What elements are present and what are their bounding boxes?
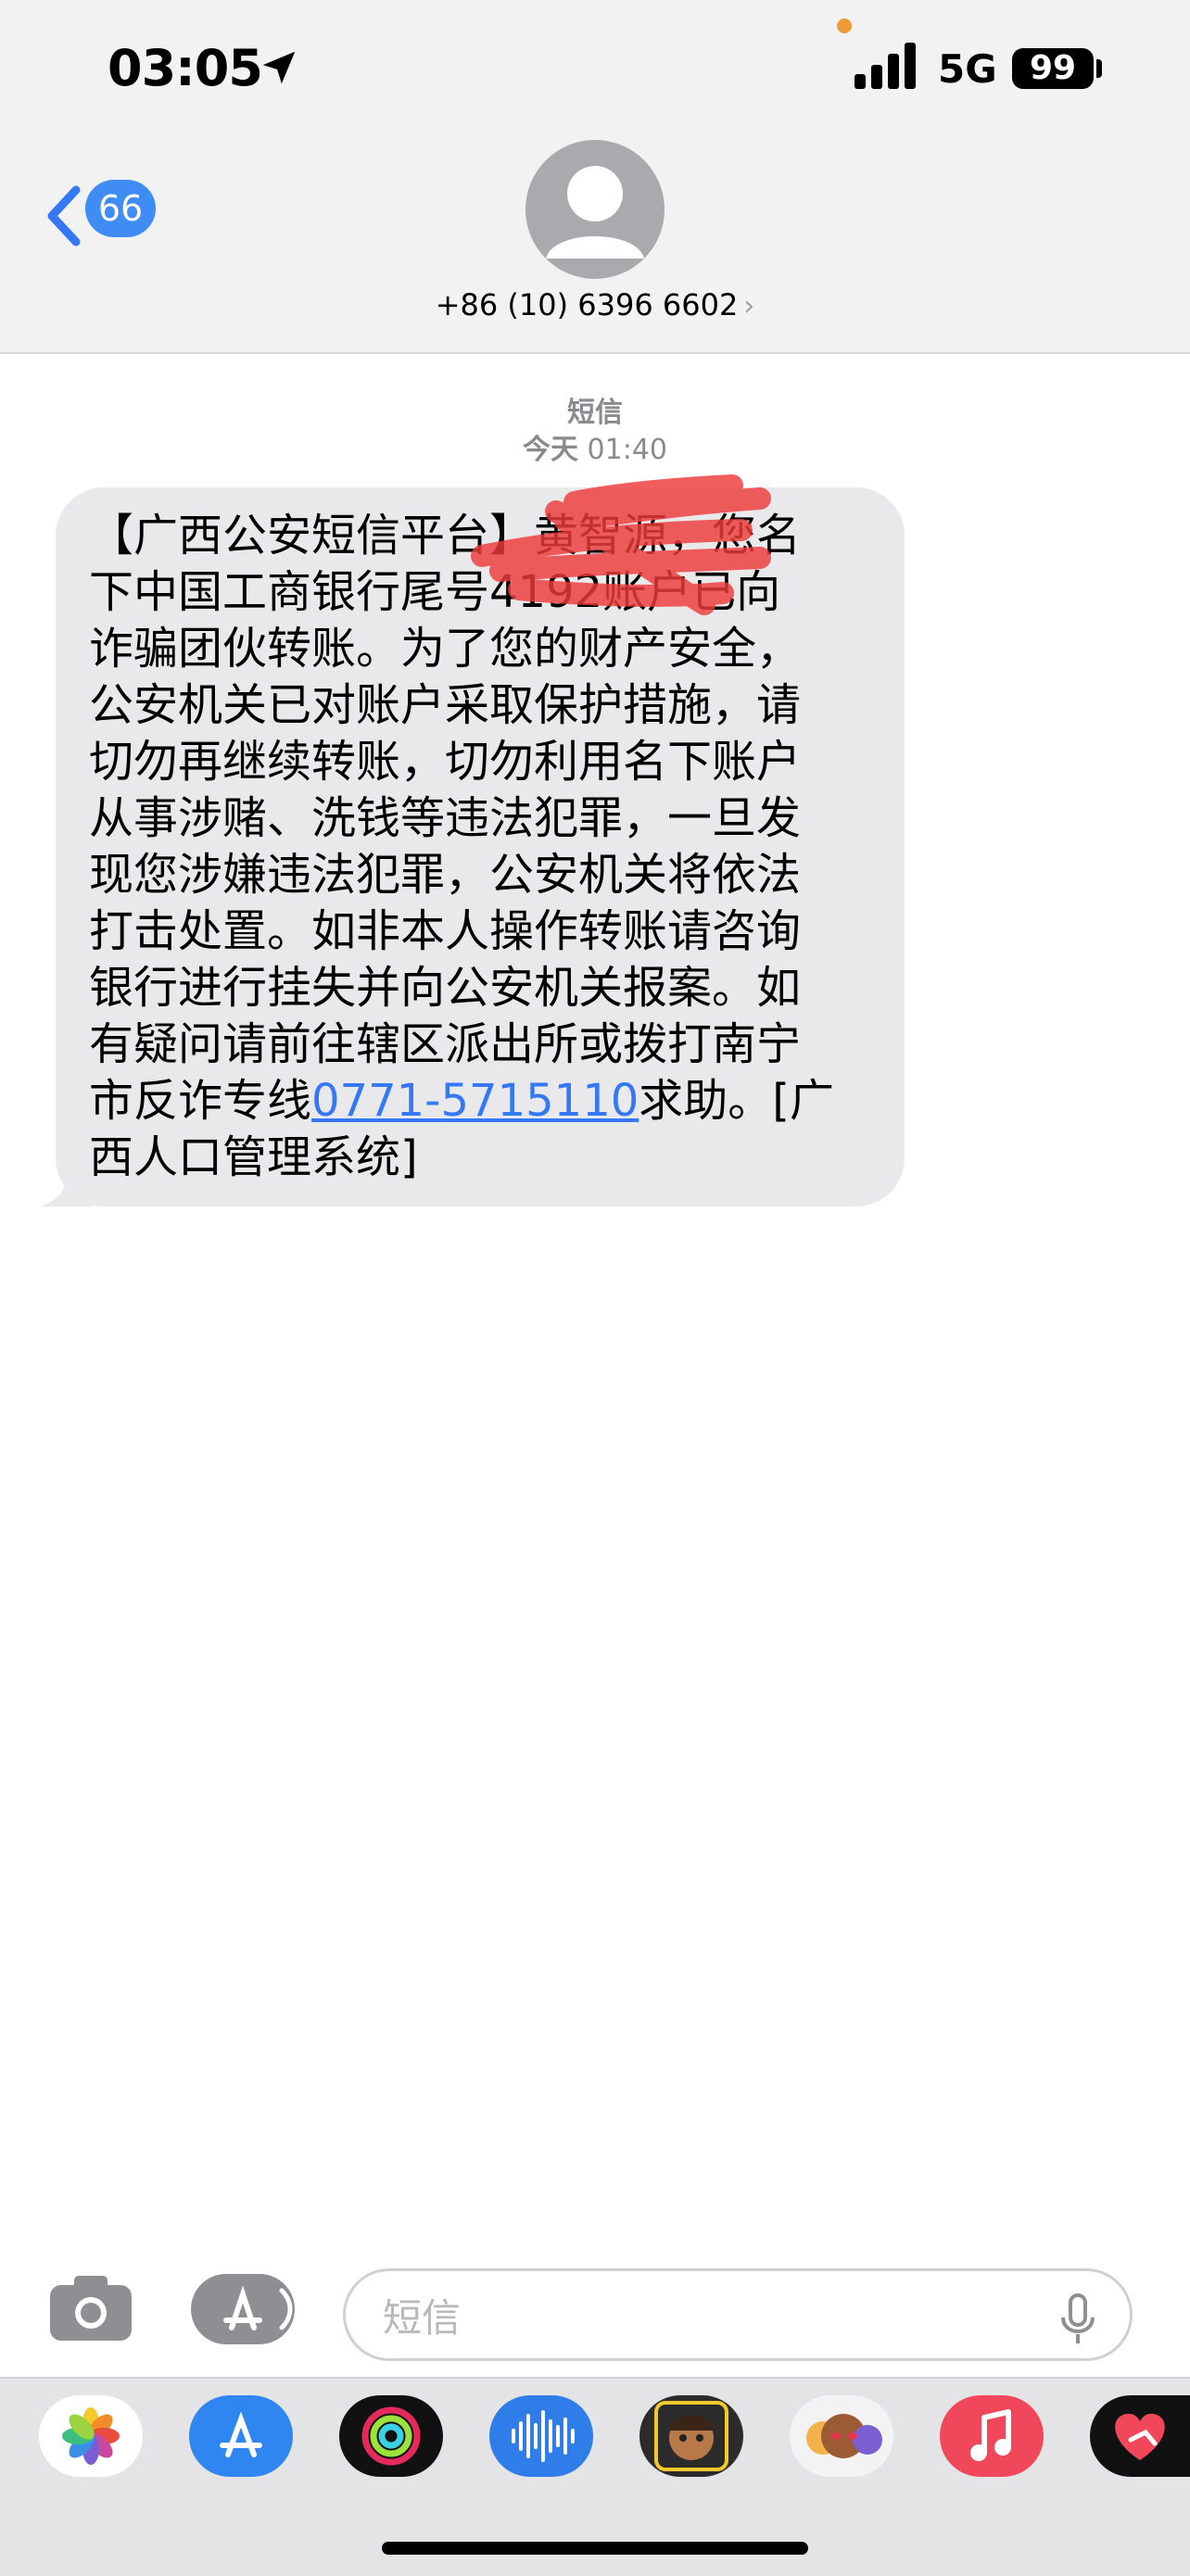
camera-icon[interactable] <box>48 2272 133 2342</box>
bubble-tail <box>41 1153 93 1206</box>
network-type: 5G <box>938 46 997 92</box>
message-line: 诈骗团伙转账。为了您的财产安全， <box>89 623 802 675</box>
imessage-app-drawer <box>0 2377 1190 2576</box>
message-text-field[interactable] <box>381 2293 978 2342</box>
timestamp-day: 今天 <box>522 434 578 466</box>
music-icon[interactable] <box>940 2395 1044 2477</box>
music-note <box>970 2409 1011 2461</box>
battery-tip <box>1096 59 1102 78</box>
voice-memo-icon[interactable] <box>489 2395 593 2477</box>
activity-rings <box>361 2406 421 2466</box>
message-line: 从事涉赌、洗钱等违法犯罪，一旦发 <box>89 792 802 844</box>
fitness-icon[interactable] <box>339 2395 443 2477</box>
message-line: 市反诈专线0771-5715110求助。[广 <box>89 1073 905 1130</box>
home-indicator[interactable] <box>382 2542 808 2555</box>
message-line: 有疑问请前往辖区派出所或拨打南宁 <box>89 1018 802 1070</box>
memoji-face <box>654 2401 728 2471</box>
app-store-button[interactable] <box>191 2274 295 2344</box>
line-suffix: 求助。[广 <box>639 1075 834 1127</box>
timestamp: 今天 01:40 <box>0 426 1190 467</box>
heart-hand <box>1115 2413 1165 2460</box>
chevron-right-icon: › <box>743 290 755 322</box>
status-time: 03:05 <box>108 39 263 97</box>
service-label: 短信 <box>567 397 623 429</box>
conversation-header: 66 +86 (10) 6396 6602 › <box>0 139 1190 354</box>
message-line: 现您涉嫌违法犯罪，公安机关将依法 <box>89 849 802 901</box>
person-icon <box>546 166 644 259</box>
photos-flower <box>62 2407 120 2465</box>
photos-icon[interactable] <box>39 2395 143 2477</box>
phone-link[interactable]: 0771-5715110 <box>311 1075 639 1127</box>
waveform <box>512 2410 575 2462</box>
line-prefix: 市反诈专线 <box>89 1075 312 1127</box>
app-store-glyph <box>220 2411 262 2457</box>
unread-count-badge[interactable]: 66 <box>85 180 156 237</box>
battery-icon: 99 <box>1012 48 1094 89</box>
apps-icon <box>223 2285 293 2330</box>
contact-number: +86 (10) 6396 6602 <box>435 287 739 322</box>
message-input[interactable] <box>343 2268 1133 2361</box>
message-line: 打击处置。如非本人操作转账请咨询 <box>89 905 802 957</box>
animoji-icon[interactable] <box>790 2395 893 2477</box>
privacy-indicator <box>837 19 852 33</box>
redaction-scribble <box>471 474 771 615</box>
status-bar: 03:05 5G 99 <box>0 0 1190 139</box>
cellular-signal-icon <box>855 41 921 89</box>
contact-avatar[interactable] <box>525 140 665 279</box>
location-arrow-icon <box>262 51 296 84</box>
memoji-icon[interactable] <box>639 2395 743 2477</box>
timestamp-time: 01:40 <box>587 434 667 466</box>
compose-bar <box>0 2252 1190 2372</box>
back-chevron-icon[interactable] <box>44 183 82 248</box>
contact-name[interactable]: +86 (10) 6396 6602 › <box>0 287 1190 322</box>
microphone-icon[interactable] <box>1059 2293 1096 2345</box>
animoji-faces <box>806 2414 882 2458</box>
app-store-icon[interactable] <box>189 2395 293 2477</box>
message-line: 银行进行挂失并向公安机关报案。如 <box>89 962 802 1014</box>
message-line: 公安机关已对账户采取保护措施，请 <box>89 679 802 731</box>
message-line: 切勿再继续转账，切勿利用名下账户 <box>89 736 802 788</box>
digital-touch-icon[interactable] <box>1090 2395 1190 2477</box>
message-line: 西人口管理系统] <box>89 1131 418 1183</box>
